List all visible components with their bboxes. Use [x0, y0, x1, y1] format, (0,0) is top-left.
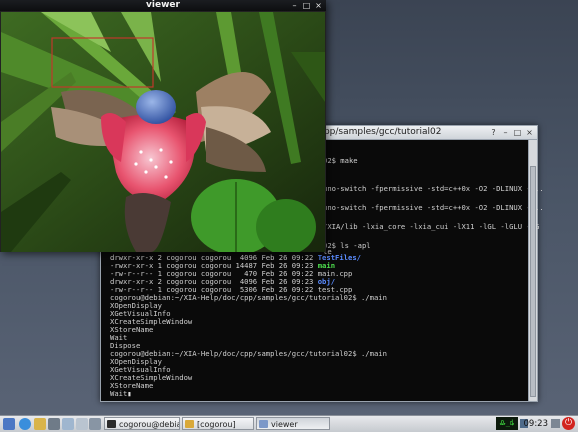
flower-photo	[1, 12, 325, 252]
cursor-glyph: ▮	[127, 389, 132, 398]
maximize-button[interactable]: □	[302, 1, 311, 10]
screen-lock-icon[interactable]	[551, 419, 560, 428]
terminal-icon	[107, 420, 116, 428]
task-files[interactable]: [cogorou]	[182, 417, 254, 430]
terminal-title: cpp/samples/gcc/tutorial02	[319, 127, 442, 137]
help-button[interactable]: ?	[489, 128, 498, 137]
scrollbar-thumb[interactable]	[530, 166, 536, 397]
power-icon[interactable]: ⏻	[562, 417, 575, 430]
terminal-line: 02$ make	[323, 156, 358, 165]
viewer-title: viewer	[146, 0, 180, 10]
terminal-line: uno-switch -fpermissive -std=c++0x -O2 -…	[323, 184, 544, 193]
browser-icon[interactable]	[19, 418, 31, 430]
desktop-icon[interactable]	[62, 418, 74, 430]
menu-icon[interactable]	[3, 418, 15, 430]
folder-icon	[185, 420, 194, 428]
terminal-cursor[interactable]: Wait▮	[110, 389, 132, 398]
taskbar: cogorou@debian... [cogorou] viewer Ꮂ_ȡ 0…	[0, 415, 578, 432]
maximize-button[interactable]: □	[513, 128, 522, 137]
viewer-image[interactable]	[1, 12, 325, 252]
workspace-icon[interactable]	[76, 418, 88, 430]
window-icon	[259, 420, 268, 428]
cpu-monitor: Ꮂ_ȡ	[496, 417, 518, 430]
terminal-icon[interactable]	[48, 418, 60, 430]
viewer-window[interactable]: viewer – □ ×	[0, 0, 326, 252]
minimize-button[interactable]: –	[290, 1, 299, 10]
close-button[interactable]: ×	[525, 128, 534, 137]
workspace-icon[interactable]	[89, 418, 101, 430]
clock[interactable]: 09:23	[524, 417, 549, 431]
task-viewer[interactable]: viewer	[256, 417, 330, 430]
terminal-scrollbar[interactable]	[528, 140, 537, 401]
viewer-titlebar[interactable]: viewer – □ ×	[0, 0, 326, 11]
minimize-button[interactable]: –	[501, 128, 510, 137]
close-button[interactable]: ×	[314, 1, 323, 10]
terminal-line: uno-switch -fpermissive -std=c++0x -O2 -…	[323, 203, 544, 212]
folder-icon[interactable]	[34, 418, 46, 430]
terminal-line: /XIA/lib -lxia_core -lxia_cui -lX11 -lGL…	[323, 222, 540, 231]
task-terminal[interactable]: cogorou@debian...	[104, 417, 180, 430]
